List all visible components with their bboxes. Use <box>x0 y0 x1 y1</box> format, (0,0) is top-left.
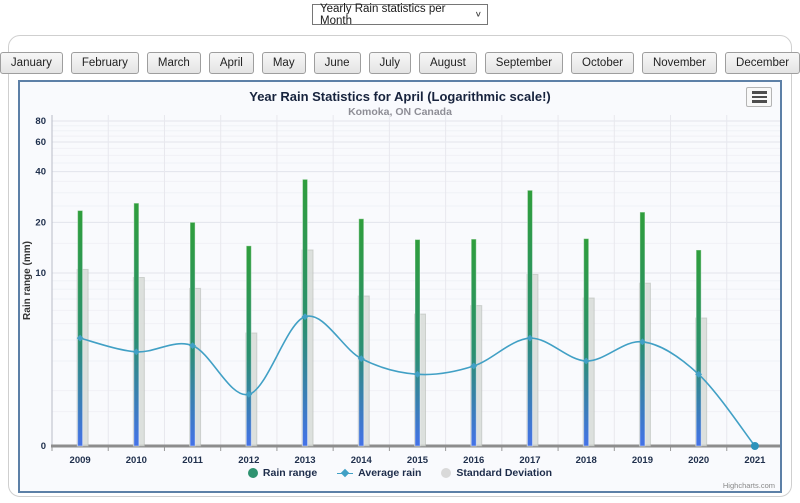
svg-text:2010: 2010 <box>126 455 147 466</box>
month-button-december[interactable]: December <box>725 52 800 74</box>
highcharts-credits[interactable]: Highcharts.com <box>723 481 775 490</box>
svg-text:10: 10 <box>35 268 46 279</box>
month-button-september[interactable]: September <box>485 52 563 74</box>
legend-item-average-rain[interactable]: Average rain <box>337 467 421 479</box>
legend-label: Rain range <box>263 467 317 479</box>
month-button-june[interactable]: June <box>314 52 361 74</box>
svg-text:2020: 2020 <box>688 455 709 466</box>
svg-text:2016: 2016 <box>463 455 484 466</box>
page: Yearly Rain statistics per Month ∨ Janua… <box>0 0 800 503</box>
month-button-may[interactable]: May <box>262 52 306 74</box>
month-button-november[interactable]: November <box>642 52 717 74</box>
svg-text:40: 40 <box>35 167 46 178</box>
svg-text:80: 80 <box>35 116 46 127</box>
svg-text:2021: 2021 <box>744 455 766 466</box>
month-button-august[interactable]: August <box>419 52 477 74</box>
svg-text:60: 60 <box>35 137 46 148</box>
month-button-march[interactable]: March <box>147 52 201 74</box>
chart-container: Year Rain Statistics for April (Logarith… <box>18 80 782 493</box>
chevron-down-icon: ∨ <box>475 10 482 19</box>
rain-range-legend-dot-icon <box>248 468 258 478</box>
average-rain-legend-line-icon <box>337 468 353 478</box>
month-button-row: January February March April May June Ju… <box>0 52 800 74</box>
svg-text:Rain range (mm): Rain range (mm) <box>22 241 33 320</box>
month-button-july[interactable]: July <box>369 52 411 74</box>
month-button-january[interactable]: January <box>0 52 63 74</box>
svg-text:20: 20 <box>35 217 46 228</box>
plot-area: 80604020100Rain range (mm)20092010201120… <box>20 82 780 491</box>
legend-item-rain-range[interactable]: Rain range <box>248 467 317 479</box>
month-button-october[interactable]: October <box>571 52 634 74</box>
legend-item-standard-deviation[interactable]: Standard Deviation <box>441 467 552 479</box>
svg-text:2009: 2009 <box>70 455 91 466</box>
legend-label: Average rain <box>358 467 421 479</box>
stat-type-select-value: Yearly Rain statistics per Month <box>320 3 475 27</box>
svg-text:2017: 2017 <box>519 455 540 466</box>
svg-text:2011: 2011 <box>182 455 203 466</box>
svg-text:2015: 2015 <box>407 455 429 466</box>
legend-label: Standard Deviation <box>456 467 552 479</box>
svg-text:2014: 2014 <box>351 455 373 466</box>
month-button-february[interactable]: February <box>71 52 139 74</box>
svg-text:2018: 2018 <box>576 455 597 466</box>
svg-text:2013: 2013 <box>294 455 315 466</box>
svg-text:2012: 2012 <box>238 455 259 466</box>
stat-type-select[interactable]: Yearly Rain statistics per Month ∨ <box>312 4 488 25</box>
standard-deviation-legend-dot-icon <box>441 468 451 478</box>
chart-legend: Rain range Average rain Standard Deviati… <box>20 467 780 479</box>
svg-text:0: 0 <box>41 441 46 452</box>
month-button-april[interactable]: April <box>209 52 254 74</box>
svg-text:2019: 2019 <box>632 455 653 466</box>
